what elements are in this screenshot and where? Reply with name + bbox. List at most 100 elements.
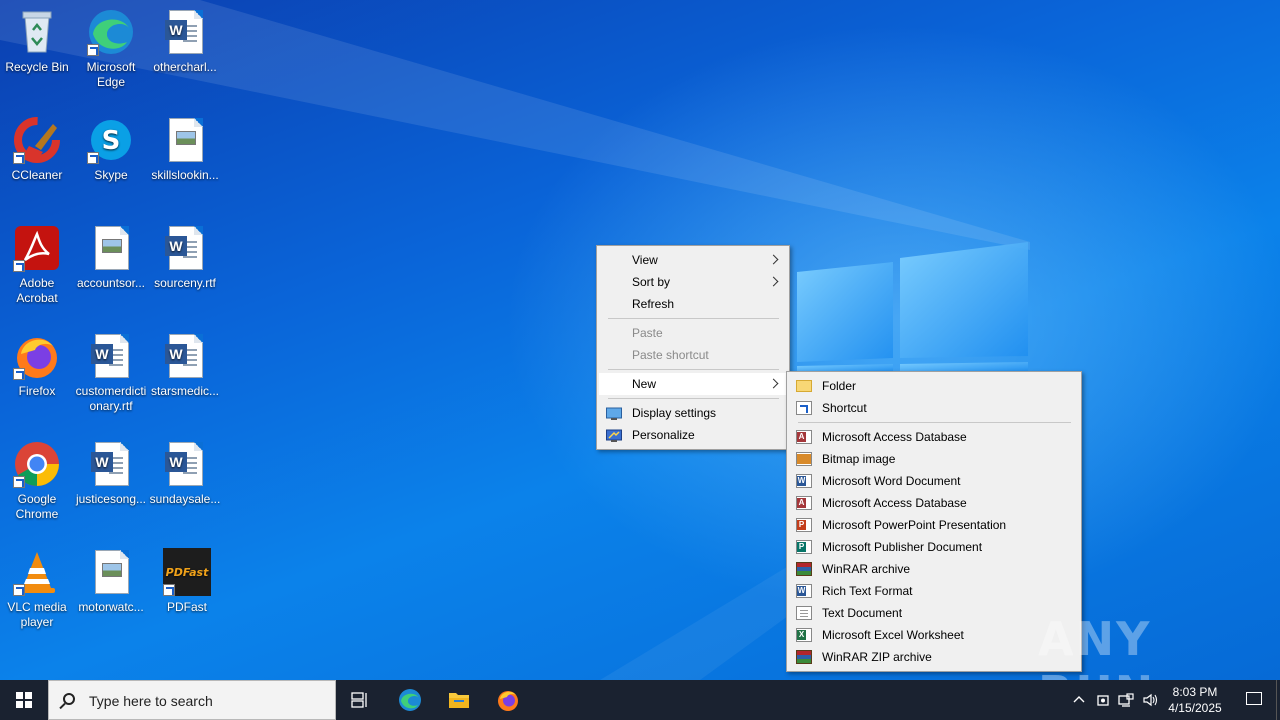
new-item-text-document[interactable]: Text Document <box>789 602 1079 624</box>
menu-item-refresh[interactable]: Refresh <box>599 293 787 315</box>
new-item-shortcut[interactable]: Shortcut <box>789 397 1079 419</box>
start-button[interactable] <box>0 680 48 720</box>
new-item-access-database[interactable]: A Microsoft Access Database <box>789 426 1079 448</box>
show-desktop-button[interactable] <box>1276 680 1280 720</box>
desktop-icon-vlc[interactable]: VLC media player <box>0 548 74 630</box>
shortcut-arrow-icon <box>163 584 175 596</box>
shortcut-arrow-icon <box>13 152 25 164</box>
word-document-icon: W <box>87 440 135 488</box>
chevron-up-icon[interactable] <box>1071 692 1087 708</box>
display-settings-icon <box>606 406 622 420</box>
desktop-icon-file[interactable]: motorwatc... <box>74 548 148 615</box>
menu-item-display-settings[interactable]: Display settings <box>599 402 787 424</box>
menu-item-label: Microsoft Excel Worksheet <box>822 628 964 642</box>
desktop-icon-file[interactable]: W othercharl... <box>148 8 222 75</box>
clock-time: 8:03 PM <box>1172 685 1218 699</box>
word-document-icon: W <box>161 224 209 272</box>
menu-item-sort-by[interactable]: Sort by <box>599 271 787 293</box>
desktop-icon-file[interactable]: W sundaysale... <box>148 440 222 507</box>
chrome-icon <box>13 440 61 488</box>
shortcut-arrow-icon <box>87 152 99 164</box>
desktop-icon-firefox[interactable]: Firefox <box>0 332 74 399</box>
personalize-icon <box>606 428 622 442</box>
new-item-folder[interactable]: Folder <box>789 375 1079 397</box>
menu-item-label: Text Document <box>822 606 903 620</box>
icon-label: VLC media player <box>7 600 67 629</box>
taskbar-edge-button[interactable] <box>386 680 434 720</box>
image-file-icon <box>87 224 135 272</box>
new-item-rich-text[interactable]: W Rich Text Format <box>789 580 1079 602</box>
icon-label: CCleaner <box>11 168 63 182</box>
desktop-icon-file[interactable]: W customerdictionary.rtf <box>74 332 148 414</box>
new-item-publisher[interactable]: P Microsoft Publisher Document <box>789 536 1079 558</box>
menu-item-label: Sort by <box>632 275 671 289</box>
menu-item-label: Paste shortcut <box>632 348 709 362</box>
desktop-icon-file[interactable]: W starsmedic... <box>148 332 222 399</box>
icon-label: skillslookin... <box>151 168 219 182</box>
shortcut-arrow-icon <box>13 260 25 272</box>
taskbar-file-explorer-button[interactable] <box>435 680 483 720</box>
volume-icon[interactable] <box>1142 692 1158 708</box>
taskbar-clock[interactable]: 8:03 PM 4/15/2025 <box>1160 684 1230 716</box>
word-document-icon: W <box>161 440 209 488</box>
new-item-bitmap-image[interactable]: Bitmap image <box>789 448 1079 470</box>
desktop-icon-ccleaner[interactable]: CCleaner <box>0 116 74 183</box>
folder-icon <box>449 693 469 708</box>
desktop-icon-recycle-bin[interactable]: Recycle Bin <box>0 8 74 75</box>
new-item-word-document[interactable]: W Microsoft Word Document <box>789 470 1079 492</box>
desktop-icon-adobe-acrobat[interactable]: Adobe Acrobat <box>0 224 74 306</box>
icon-label: Skype <box>94 168 128 182</box>
winrar-icon <box>796 562 812 576</box>
skype-icon: S <box>87 116 135 164</box>
clock-date: 4/15/2025 <box>1168 701 1222 715</box>
menu-item-label: Display settings <box>632 406 717 420</box>
menu-item-label: Microsoft Access Database <box>822 496 967 510</box>
text-document-icon <box>796 606 812 620</box>
taskbar-search-box[interactable]: Type here to search <box>48 680 336 720</box>
desktop-icon-skype[interactable]: S Skype <box>74 116 148 183</box>
menu-item-label: Shortcut <box>822 401 867 415</box>
icon-label: starsmedic... <box>150 384 219 398</box>
network-icon[interactable] <box>1118 692 1134 708</box>
desktop-icon-file[interactable]: skillslookin... <box>148 116 222 183</box>
shortcut-icon <box>796 401 812 415</box>
task-view-icon <box>351 692 367 708</box>
desktop-icon-google-chrome[interactable]: Google Chrome <box>0 440 74 522</box>
notification-icon <box>1246 692 1262 705</box>
task-view-button[interactable] <box>336 680 384 720</box>
security-icon[interactable] <box>1095 692 1111 708</box>
desktop-icon-edge[interactable]: Microsoft Edge <box>74 8 148 90</box>
new-item-winrar-archive[interactable]: WinRAR archive <box>789 558 1079 580</box>
new-item-winrar-zip[interactable]: WinRAR ZIP archive <box>789 646 1079 668</box>
taskbar-firefox-button[interactable] <box>484 680 532 720</box>
adobe-acrobat-icon <box>13 224 61 272</box>
menu-item-personalize[interactable]: Personalize <box>599 424 787 446</box>
menu-item-view[interactable]: View <box>599 249 787 271</box>
desktop-icon-pdfast[interactable]: PDFast PDFast <box>150 548 224 615</box>
word-document-icon: W <box>161 8 209 56</box>
menu-separator <box>608 398 779 399</box>
image-file-icon <box>161 116 209 164</box>
firefox-icon <box>13 332 61 380</box>
icon-label: sundaysale... <box>149 492 221 506</box>
desktop-icon-file[interactable]: W sourceny.rtf <box>148 224 222 291</box>
new-item-access-database-2[interactable]: A Microsoft Access Database <box>789 492 1079 514</box>
windows-logo-icon <box>16 692 32 708</box>
menu-item-paste-shortcut[interactable]: Paste shortcut <box>599 344 787 366</box>
icon-label: Adobe Acrobat <box>16 276 58 305</box>
winrar-zip-icon <box>796 650 812 664</box>
icon-label: motorwatc... <box>78 600 144 614</box>
new-item-powerpoint[interactable]: P Microsoft PowerPoint Presentation <box>789 514 1079 536</box>
wordpad-icon: W <box>796 584 812 598</box>
menu-item-label: Refresh <box>632 297 675 311</box>
action-center-button[interactable] <box>1232 680 1276 720</box>
chevron-right-icon <box>768 378 779 389</box>
desktop-icon-file[interactable]: accountsor... <box>74 224 148 291</box>
desktop-icon-file[interactable]: W justicesong... <box>74 440 148 507</box>
menu-item-new[interactable]: New <box>599 373 787 395</box>
ccleaner-icon <box>13 116 61 164</box>
menu-item-label: Folder <box>822 379 857 393</box>
word-document-icon: W <box>161 332 209 380</box>
menu-item-paste[interactable]: Paste <box>599 322 787 344</box>
new-item-excel-worksheet[interactable]: X Microsoft Excel Worksheet <box>789 624 1079 646</box>
